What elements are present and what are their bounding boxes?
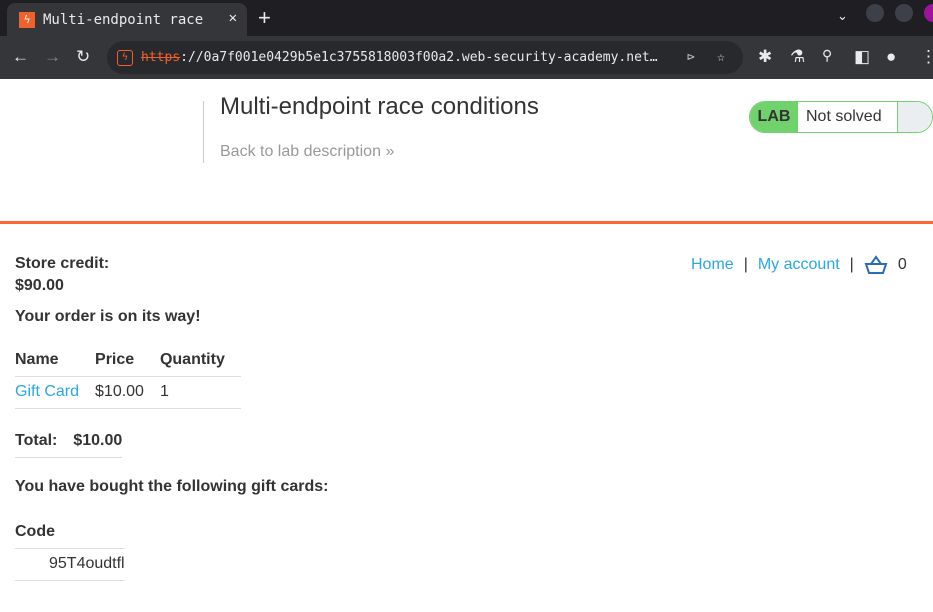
code-header: Code [15,516,125,549]
tab-list-chevron-icon[interactable]: ⌄ [837,8,848,24]
order-content: Store credit: $90.00 Your order is on it… [15,224,328,581]
column-header: Price [95,344,160,377]
top-nav: Home | My account | 0 [691,255,907,275]
my-account-link[interactable]: My account [758,256,840,274]
chevron-right-icon: » [385,143,395,160]
order-message: Your order is on its way! [15,308,201,325]
store-credit-label: Store credit: [15,255,110,272]
site-icon: ϟ [117,49,133,66]
lab-favicon-icon: ϟ [19,11,35,28]
page-title: Multi-endpoint race conditions [220,93,539,120]
close-window-button[interactable] [924,4,933,22]
order-table: Name Price Quantity Gift Card $10.00 1 [15,344,241,409]
gift-code: 95T4oudtfl [15,548,125,581]
url-scheme: https [141,50,181,65]
total-value: $10.00 [73,425,123,458]
bookmark-star-icon[interactable]: ☆ [717,50,725,65]
zoom-icon[interactable]: ⚲ [822,47,832,64]
profile-icon[interactable]: ● [886,47,896,67]
table-row: 95T4oudtfl [15,548,125,581]
gift-codes-table: Code 95T4oudtfl [15,516,125,581]
menu-icon[interactable]: ⋮ [920,47,933,67]
nav-separator: | [743,256,748,273]
column-header: Quantity [159,344,241,377]
maximize-button[interactable] [895,4,913,22]
extensions-icon[interactable]: ✱ [758,47,772,67]
new-tab-icon[interactable]: + [258,5,271,31]
cart-count: 0 [897,256,907,273]
lab-label: LAB [750,102,798,132]
total-label: Total: [15,425,74,458]
forward-icon[interactable]: → [44,47,61,67]
back-link-label: Back to lab description [220,143,381,160]
table-row: Gift Card $10.00 1 [15,376,241,409]
close-tab-icon[interactable]: ✕ [229,10,237,26]
lab-status-icon-area [898,102,932,132]
lab-status-badge: LAB Not solved [749,101,933,133]
browser-toolbar: ← → ↻ ϟ https://0a7f001e0429b5e1c3755818… [0,36,933,79]
product-link[interactable]: Gift Card [15,383,79,400]
browser-tab[interactable]: ϟ Multi-endpoint race ✕ [7,3,247,36]
quantity-cell: 1 [159,376,241,409]
divider [203,101,204,163]
nav-separator: | [849,256,854,273]
lab-flask-icon[interactable]: ⚗ [790,47,805,67]
cart-icon[interactable] [864,255,888,275]
gift-cards-message: You have bought the following gift cards… [15,478,329,495]
address-bar[interactable]: ϟ https://0a7f001e0429b5e1c3755818003f00… [107,41,743,74]
store-credit-value: $90.00 [15,277,64,294]
column-header: Name [15,344,96,377]
send-icon[interactable]: ⊳ [687,50,695,65]
tab-title: Multi-endpoint race [43,11,204,28]
side-panel-icon[interactable]: ◧ [854,47,870,67]
tab-bar: ϟ Multi-endpoint race ✕ + ⌄ [0,0,933,36]
url-text: ://0a7f001e0429b5e1c3755818003f00a2.web-… [180,50,658,65]
reload-icon[interactable]: ↻ [76,47,90,67]
price-cell: $10.00 [95,376,160,409]
minimize-button[interactable] [866,4,884,22]
total-table: Total: $10.00 [15,425,123,458]
lab-header: Multi-endpoint race conditions Back to l… [0,79,933,224]
lab-status: Not solved [798,102,898,132]
home-link[interactable]: Home [691,256,734,274]
back-icon[interactable]: ← [12,47,29,67]
back-to-lab-link[interactable]: Back to lab description » [220,143,394,161]
